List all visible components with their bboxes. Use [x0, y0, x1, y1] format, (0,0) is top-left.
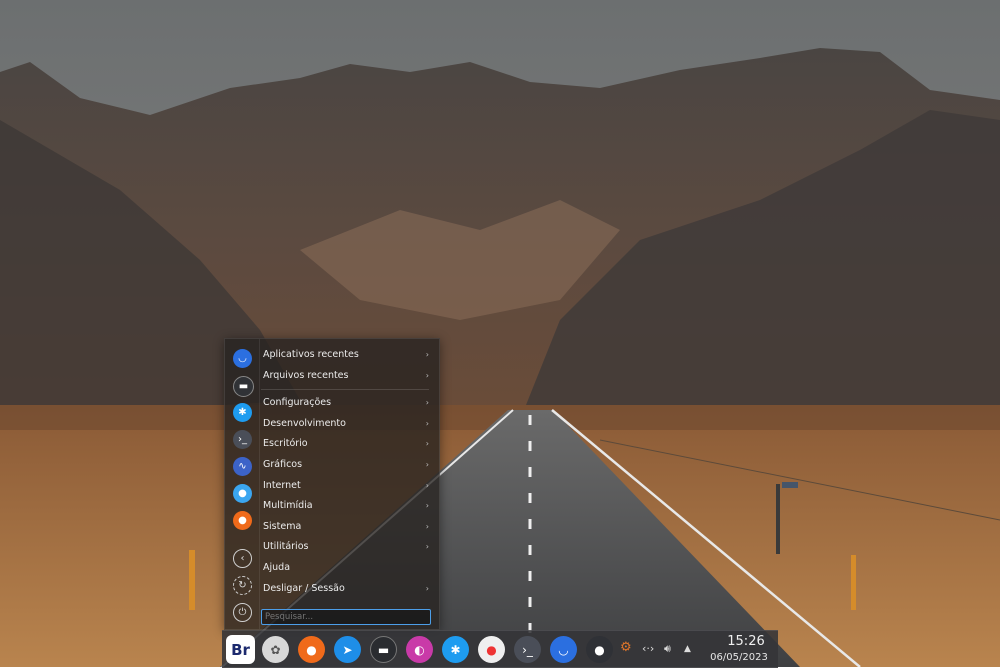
kde-settings-icon[interactable]: ✿ [262, 636, 289, 663]
toggle-icon[interactable]: ● [586, 636, 613, 663]
menu-item-label: Utilitários [263, 541, 309, 553]
application-menu: ◡ ▬ ✱ ›_ ∿ ● ● ‹ ↻ ⏻ Aplicativos recente… [224, 338, 440, 630]
menu-item-label: Escritório [263, 438, 308, 450]
menu-item-development[interactable]: Desenvolvimento › [261, 414, 433, 435]
chevron-right-icon: › [425, 583, 429, 593]
screen-recorder-icon[interactable]: ● [478, 636, 505, 663]
system-settings-icon[interactable]: ✱ [442, 636, 469, 663]
chevron-right-icon: › [425, 370, 429, 380]
chevron-right-icon: › [425, 418, 429, 428]
browser-compass-icon[interactable]: ➤ [334, 636, 361, 663]
discover-icon[interactable]: ◡ [233, 349, 252, 368]
menu-item-label: Ajuda [263, 561, 291, 573]
menu-separator [261, 389, 429, 391]
chevron-right-icon: › [425, 480, 429, 490]
taskbar-panel: Br ✿ ● ➤ ▬ ◐ ✱ ● ›_ ◡ ● ⚙ ‹·› 🔊︎ ▲ 15:26… [222, 630, 778, 668]
desktop-wallpaper [0, 0, 1000, 667]
power-icon[interactable]: ⏻ [233, 603, 252, 622]
konsole-icon[interactable]: ›_ [514, 636, 541, 663]
chevron-right-icon: › [425, 501, 429, 511]
menu-item-internet[interactable]: Internet › [261, 476, 433, 497]
system-monitor-icon[interactable]: ∿ [233, 457, 252, 476]
menu-item-help[interactable]: Ajuda [261, 558, 433, 579]
menu-item-multimedia[interactable]: Multimídia › [261, 496, 433, 517]
menu-item-leave[interactable]: Desligar / Sessão › [261, 579, 433, 600]
menu-item-system[interactable]: Sistema › [261, 517, 433, 538]
chevron-right-icon: › [425, 459, 429, 469]
color-picker-icon[interactable]: ◐ [406, 636, 433, 663]
app-launcher-button[interactable]: Br [226, 635, 255, 664]
refresh-icon[interactable]: ↻ [233, 576, 252, 595]
search-input[interactable] [261, 609, 431, 625]
chevron-right-icon: › [425, 398, 429, 408]
menu-item-label: Multimídia [263, 500, 313, 512]
toggle-icon[interactable]: ● [233, 484, 252, 503]
chevron-right-icon: › [425, 521, 429, 531]
menu-item-utilities[interactable]: Utilitários › [261, 537, 433, 558]
firefox-icon[interactable]: ● [298, 636, 325, 663]
menu-item-label: Sistema [263, 520, 302, 532]
menu-item-office[interactable]: Escritório › [261, 434, 433, 455]
chevron-right-icon: › [425, 542, 429, 552]
chevron-right-icon: › [425, 439, 429, 449]
terminal-window-icon[interactable]: ▬ [370, 636, 397, 663]
system-settings-icon[interactable]: ✱ [233, 403, 252, 422]
menu-item-label: Aplicativos recentes [263, 349, 359, 360]
back-icon[interactable]: ‹ [233, 549, 252, 568]
clock-time[interactable]: 15:26 [716, 634, 776, 649]
network-icon[interactable]: ‹·› [642, 642, 654, 655]
category-list: Aplicativos recentes › Arquivos recentes ›… [261, 345, 433, 599]
clock-date[interactable]: 06/05/2023 [700, 652, 778, 663]
menu-item-label: Gráficos [263, 458, 303, 470]
menu-item-graphics[interactable]: Gráficos › [261, 455, 433, 476]
menu-item-recent-apps[interactable]: Aplicativos recentes › [261, 345, 433, 366]
volume-icon[interactable]: 🔊︎ [664, 642, 671, 656]
menu-item-label: Arquivos recentes [263, 369, 349, 381]
menu-item-label: Desligar / Sessão [263, 582, 345, 594]
konsole-icon[interactable]: ›_ [233, 430, 252, 449]
menu-item-recent-files[interactable]: Arquivos recentes › [261, 366, 433, 387]
menu-item-label: Configurações [263, 397, 332, 409]
settings-gear-icon[interactable]: ⚙ [620, 640, 632, 655]
chevron-right-icon: › [425, 350, 429, 359]
favorites-column: ◡ ▬ ✱ ›_ ∿ ● ● ‹ ↻ ⏻ [225, 339, 260, 629]
terminal-window-icon[interactable]: ▬ [233, 376, 254, 397]
menu-item-label: Desenvolvimento [263, 417, 346, 429]
launcher-label: Br [231, 640, 250, 659]
expand-tray-icon[interactable]: ▲ [684, 644, 691, 654]
firefox-icon[interactable]: ● [233, 511, 252, 530]
discover-icon[interactable]: ◡ [550, 636, 577, 663]
menu-item-label: Internet [263, 479, 301, 491]
menu-item-settings[interactable]: Configurações › [261, 393, 433, 414]
